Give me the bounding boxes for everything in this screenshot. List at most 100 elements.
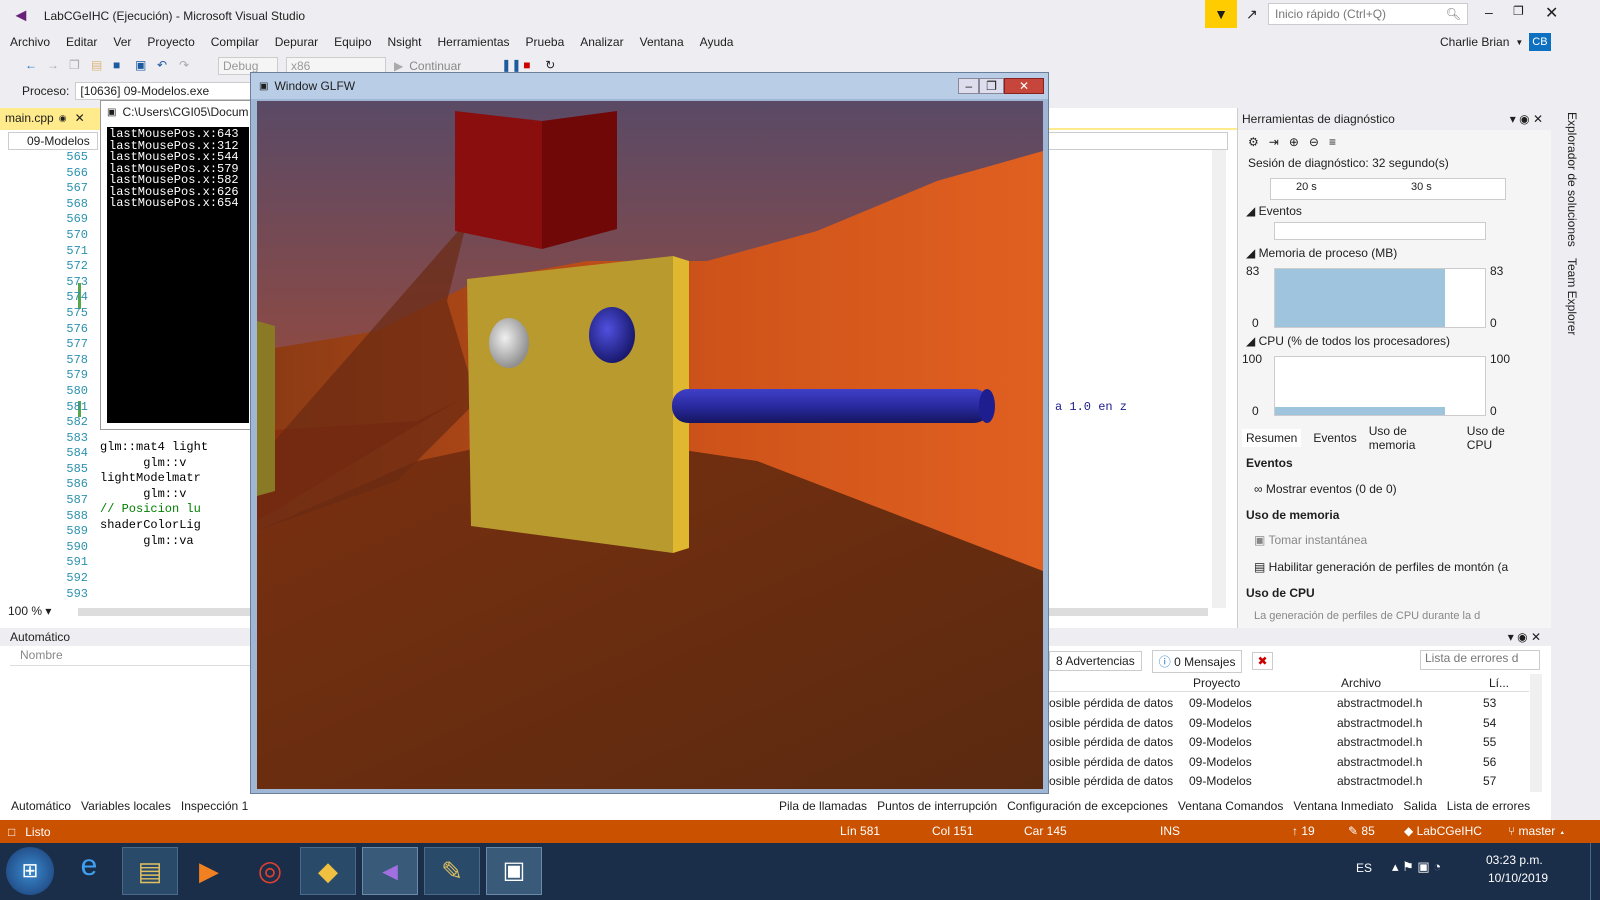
new-project-icon[interactable]: ❐: [69, 58, 85, 74]
bottom-tab-right-0[interactable]: Pila de llamadas: [774, 799, 872, 813]
filter-icon[interactable]: ✖: [1252, 652, 1273, 670]
bottom-tab-right-5[interactable]: Salida: [1398, 799, 1441, 813]
save-all-icon[interactable]: ▣: [135, 58, 151, 74]
window-app-icon[interactable]: ▣: [486, 847, 542, 895]
menu-depurar[interactable]: Depurar: [267, 31, 326, 53]
error-row[interactable]: osible pérdida de datos 09-Modelos abstrac…: [1049, 694, 1529, 714]
user-name[interactable]: Charlie Brian: [1440, 35, 1509, 49]
menu-editar[interactable]: Editar: [58, 31, 105, 53]
media-player-icon[interactable]: ▶: [184, 849, 234, 893]
back-icon[interactable]: ←: [25, 58, 41, 74]
open-file-icon[interactable]: ▤: [91, 58, 107, 74]
minimize-button[interactable]: –: [958, 78, 980, 94]
bottom-tab-left-2[interactable]: Inspección 1: [176, 799, 253, 813]
status-edits[interactable]: ✎ 85: [1348, 824, 1375, 838]
status-repo[interactable]: ◆ LabCGeIHC: [1404, 824, 1482, 838]
menu-compilar[interactable]: Compilar: [203, 31, 267, 53]
bottom-tab-right-4[interactable]: Ventana Inmediato: [1288, 799, 1398, 813]
snapshot-button[interactable]: ▣ Tomar instantánea: [1254, 533, 1367, 547]
paint-icon[interactable]: ✎: [424, 847, 480, 895]
status-branch[interactable]: ⑂ master ▴: [1508, 824, 1566, 838]
project-nav-select[interactable]: 09-Modelos: [8, 132, 98, 150]
error-search-input[interactable]: Lista de errores d: [1420, 650, 1540, 670]
close-button[interactable]: ✕: [1545, 3, 1558, 23]
bottom-tab-right-2[interactable]: Configuración de excepciones: [1002, 799, 1173, 813]
side-tab-solution-explorer[interactable]: Explorador de soluciones: [1565, 112, 1579, 247]
warnings-filter[interactable]: 8 Advertencias: [1049, 651, 1142, 671]
heap-profiling-toggle[interactable]: ▤ Habilitar generación de perfiles de mo…: [1254, 560, 1508, 574]
show-events-link[interactable]: ∞ Mostrar eventos (0 de 0): [1254, 482, 1397, 496]
side-tab-team-explorer[interactable]: Team Explorer: [1565, 258, 1579, 335]
notification-filter-icon[interactable]: ▼: [1205, 0, 1237, 28]
pin-icon[interactable]: ◉: [59, 113, 67, 124]
tab-main-cpp[interactable]: main.cpp ◉ ✕: [0, 108, 100, 128]
redo-icon[interactable]: ↷: [179, 58, 195, 74]
menu-herramientas[interactable]: Herramientas: [430, 31, 518, 53]
messages-filter[interactable]: ⓘ 0 Mensajes: [1151, 649, 1243, 673]
pin-icon[interactable]: ▾ ◉ ✕: [1510, 112, 1543, 126]
menu-nsight[interactable]: Nsight: [380, 31, 430, 53]
bottom-tab-right-1[interactable]: Puntos de interrupción: [872, 799, 1002, 813]
export-icon[interactable]: ⇥: [1269, 135, 1279, 149]
bottom-tab-left-0[interactable]: Automático: [6, 799, 77, 813]
error-row[interactable]: osible pérdida de datos 09-Modelos abstrac…: [1049, 772, 1529, 792]
show-desktop-button[interactable]: [1590, 843, 1600, 900]
error-row[interactable]: osible pérdida de datos 09-Modelos abstrac…: [1049, 714, 1529, 734]
tray-icons[interactable]: ▴ ⚑ ▣ ◔: [1392, 859, 1441, 875]
start-button[interactable]: ⊞: [6, 847, 54, 895]
continue-button[interactable]: Continuar: [409, 59, 461, 73]
menu-ayuda[interactable]: Ayuda: [692, 31, 742, 53]
menu-ver[interactable]: Ver: [105, 31, 139, 53]
error-row[interactable]: osible pérdida de datos 09-Modelos abstrac…: [1049, 733, 1529, 753]
undo-icon[interactable]: ↶: [157, 58, 173, 74]
cpu-header[interactable]: ◢ CPU (% de todos los procesadores): [1246, 334, 1450, 348]
menu-archivo[interactable]: Archivo: [2, 31, 58, 53]
error-scrollbar[interactable]: [1530, 674, 1542, 792]
feedback-icon[interactable]: ↗: [1246, 6, 1258, 23]
maximize-button[interactable]: ❐: [979, 78, 1004, 94]
play-icon[interactable]: ▶: [394, 59, 403, 73]
member-nav-select[interactable]: [1040, 132, 1228, 150]
language-indicator[interactable]: ES: [1356, 861, 1372, 875]
render-viewport[interactable]: [257, 101, 1043, 789]
status-push[interactable]: ↑ 19: [1292, 824, 1315, 838]
glfw-window[interactable]: ▣ Window GLFW – ❐ ✕: [250, 72, 1049, 794]
console-window[interactable]: ▣ C:\Users\CGI05\Docum lastMousePos.x:64…: [100, 100, 252, 430]
visual-studio-icon[interactable]: ◄: [362, 847, 418, 895]
chart-icon[interactable]: ≡: [1329, 135, 1336, 149]
clock-date[interactable]: 10/10/2019: [1488, 871, 1548, 885]
zoom-out-icon[interactable]: ⊖: [1309, 135, 1319, 149]
panel-controls[interactable]: ▾ ◉ ✕: [1508, 630, 1541, 644]
events-header[interactable]: ◢ Eventos: [1246, 204, 1302, 218]
col-file[interactable]: Archivo: [1341, 676, 1381, 690]
clock-time[interactable]: 03:23 p.m.: [1486, 853, 1543, 867]
maximize-button[interactable]: ❐: [1513, 4, 1524, 18]
bottom-tab-right-3[interactable]: Ventana Comandos: [1173, 799, 1288, 813]
menu-equipo[interactable]: Equipo: [326, 31, 379, 53]
menu-prueba[interactable]: Prueba: [518, 31, 573, 53]
col-project[interactable]: Proyecto: [1193, 676, 1240, 690]
menu-proyecto[interactable]: Proyecto: [139, 31, 202, 53]
save-icon[interactable]: ■: [113, 58, 129, 74]
menu-analizar[interactable]: Analizar: [572, 31, 631, 53]
diag-tab-0[interactable]: Resumen: [1242, 429, 1302, 447]
git-icon[interactable]: ◆: [300, 847, 356, 895]
timeline-ruler[interactable]: 20 s 30 s: [1270, 178, 1506, 200]
account-area[interactable]: Charlie Brian ▼ CB: [1440, 31, 1551, 53]
memory-header[interactable]: ◢ Memoria de proceso (MB): [1246, 246, 1397, 260]
vertical-scrollbar[interactable]: [1212, 148, 1226, 608]
diag-tab-1[interactable]: Eventos: [1313, 431, 1356, 445]
quick-launch-input[interactable]: Inicio rápido (Ctrl+Q) 🔍︎: [1268, 3, 1468, 25]
col-line[interactable]: Lí...: [1489, 676, 1509, 690]
zoom-in-icon[interactable]: ⊕: [1289, 135, 1299, 149]
error-row[interactable]: osible pérdida de datos 09-Modelos abstrac…: [1049, 753, 1529, 773]
diag-tab-3[interactable]: Uso de CPU: [1467, 424, 1532, 452]
explorer-icon[interactable]: ▤: [122, 847, 178, 895]
close-icon[interactable]: ✕: [75, 111, 85, 125]
ie-icon[interactable]: e: [64, 849, 114, 893]
close-button[interactable]: ✕: [1003, 78, 1044, 94]
minimize-button[interactable]: –: [1485, 4, 1493, 20]
settings-icon[interactable]: ⚙: [1248, 135, 1259, 149]
menu-ventana[interactable]: Ventana: [632, 31, 692, 53]
bottom-tab-right-6[interactable]: Lista de errores: [1441, 799, 1536, 813]
